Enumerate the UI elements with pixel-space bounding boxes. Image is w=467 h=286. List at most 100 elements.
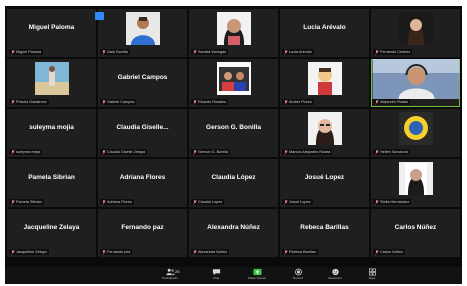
participants-label: Participants: [162, 276, 178, 280]
participant-tile[interactable]: Stella Hernández: [371, 159, 460, 207]
participant-tile[interactable]: Sandra Vanegas: [189, 9, 278, 57]
participant-tile[interactable]: Gerson G. Bonilla Gerson G. Bonilla: [189, 109, 278, 157]
meeting-toolbar: 25 Participants Chat Share Screen Record: [5, 267, 462, 284]
participant-tile[interactable]: Alexandra Núñez Alexandra Núñez: [189, 209, 278, 257]
muted-mic-icon: [284, 199, 288, 205]
participant-caption-name: Jacqueline Zelaya: [16, 249, 47, 254]
participant-tile[interactable]: Fernando Chávez: [371, 9, 460, 57]
participant-caption: Josué Lopez: [282, 199, 313, 205]
reactions-icon: [331, 268, 339, 276]
muted-mic-icon: [375, 99, 379, 105]
participant-caption-name: Zack Bonilla: [107, 49, 128, 54]
participant-tile[interactable]: Zack Bonilla: [98, 9, 187, 57]
muted-mic-icon: [102, 199, 106, 205]
participant-caption-name: Adriana Flores: [107, 199, 132, 204]
participant-display-name: Josué Lopez: [304, 174, 345, 181]
participant-caption-name: Priscila Galdámez: [16, 99, 47, 104]
participant-tile[interactable]: Jacqueline Zelaya Jacqueline Zelaya: [7, 209, 96, 257]
participant-caption: Priscila Galdámez: [9, 99, 49, 105]
participant-tile[interactable]: Lucia Arévalo Lucia Arévalo: [280, 9, 369, 57]
participant-tile[interactable]: Fernando paz Fernando paz: [98, 209, 187, 257]
record-label: Record: [293, 276, 303, 280]
participant-tile[interactable]: Marcos Alejandro Rodas: [280, 109, 369, 157]
participant-caption: Zack Bonilla: [100, 49, 130, 55]
muted-mic-icon: [375, 49, 379, 55]
participant-video: [216, 12, 251, 45]
participant-caption: Marcos Alejandro Rodas: [282, 149, 333, 155]
participant-caption: Amber Flores: [282, 99, 314, 105]
reactions-label: Reactions: [328, 276, 342, 280]
participant-caption-name: Rebeca Barillas: [289, 249, 316, 254]
zoom-meeting-window: Miguel Paloma Miguel Paloma Zack Bonilla Sa…: [5, 6, 462, 284]
participant-tile[interactable]: Miguel Paloma Miguel Paloma: [7, 9, 96, 57]
participant-tile[interactable]: Adriana Flores Adriana Flores: [98, 159, 187, 207]
participant-caption: Rebeca Barillas: [282, 249, 318, 255]
participant-tile[interactable]: Amber Flores: [280, 59, 369, 107]
apps-icon: [368, 268, 376, 276]
participant-video: [216, 62, 251, 95]
participant-caption-name: Marcos Alejandro Rodas: [289, 149, 331, 154]
participant-caption: Gerson G. Bonilla: [191, 149, 230, 155]
participant-tile[interactable]: Rebeca Barillas Rebeca Barillas: [280, 209, 369, 257]
participant-caption-name: Gerson G. Bonilla: [198, 149, 228, 154]
apps-button[interactable]: Apps: [354, 268, 390, 284]
participant-display-name: Gabriel Campos: [117, 74, 168, 81]
participant-display-name: Miguel Paloma: [28, 24, 75, 31]
muted-mic-icon: [193, 49, 197, 55]
share-screen-button[interactable]: Share Screen: [239, 268, 275, 284]
participant-tile[interactable]: Hellen Sandoval: [371, 109, 460, 157]
share-screen-label: Share Screen: [247, 276, 267, 280]
participant-tile[interactable]: Pamela Sibrian Pamela Sibrian: [7, 159, 96, 207]
muted-mic-icon: [375, 249, 379, 255]
participant-tile[interactable]: Claudia López Claudia López: [189, 159, 278, 207]
view-options-badge[interactable]: [95, 12, 104, 20]
participant-video: [398, 12, 433, 45]
participant-video: [307, 62, 342, 95]
muted-mic-icon: [193, 149, 197, 155]
reactions-button[interactable]: Reactions: [317, 268, 353, 284]
muted-mic-icon: [11, 99, 15, 105]
participant-caption-name: Claudia López: [198, 199, 223, 204]
participant-tile[interactable]: Josué Lopez Josué Lopez: [280, 159, 369, 207]
participant-caption: Lucia Arévalo: [282, 49, 314, 55]
muted-mic-icon: [284, 249, 288, 255]
participant-caption-name: Fernando Chávez: [380, 49, 411, 54]
participant-caption: Carlos Núñez: [373, 249, 406, 255]
participant-tile[interactable]: Ricardo Rosales: [189, 59, 278, 107]
participant-caption-name: Hellen Sandoval: [380, 149, 408, 154]
muted-mic-icon: [102, 149, 106, 155]
participant-caption: Jacqueline Zelaya: [9, 249, 49, 255]
record-icon: [294, 268, 302, 276]
participant-caption-name: Josué Lopez: [289, 199, 311, 204]
participant-caption-name: Sandra Vanegas: [198, 49, 227, 54]
participant-tile[interactable]: Gabriel Campos Gabriel Campos: [98, 59, 187, 107]
participant-caption: Sandra Vanegas: [191, 49, 229, 55]
gallery-grid: Miguel Paloma Miguel Paloma Zack Bonilla Sa…: [7, 9, 460, 257]
participant-caption: Adriana Flores: [100, 199, 134, 205]
participant-display-name: Lucia Arévalo: [303, 24, 346, 31]
participant-caption: Hellen Sandoval: [373, 149, 410, 155]
muted-mic-icon: [193, 249, 197, 255]
chat-button[interactable]: Chat: [198, 268, 234, 284]
muted-mic-icon: [375, 149, 379, 155]
participant-tile[interactable]: Carlos Núñez Carlos Núñez: [371, 209, 460, 257]
participant-display-name: Alexandra Núñez: [207, 224, 260, 231]
participant-tile[interactable]: Claudia Giselle... Claudia Giselle Zelaya: [98, 109, 187, 157]
participant-display-name: Carlos Núñez: [394, 224, 437, 231]
participant-tile[interactable]: sulеyma mojia sulеyma mejia: [7, 109, 96, 157]
participant-caption: Stella Hernández: [373, 199, 412, 205]
muted-mic-icon: [11, 49, 15, 55]
participant-tile[interactable]: Priscila Galdámez: [7, 59, 96, 107]
participant-tile[interactable]: Alejandro Rodas: [371, 59, 460, 107]
participant-display-name: Claudia López: [211, 174, 256, 181]
participant-caption-name: Fernando paz: [107, 249, 131, 254]
muted-mic-icon: [193, 199, 197, 205]
participant-display-name: Rebeca Barillas: [300, 224, 349, 231]
participant-display-name: Pamela Sibrian: [28, 174, 75, 181]
participants-button[interactable]: 25 Participants: [152, 268, 188, 284]
record-button[interactable]: Record: [280, 268, 316, 284]
participant-caption: Alejandro Rodas: [373, 99, 411, 105]
muted-mic-icon: [102, 249, 106, 255]
participants-count: 25: [175, 269, 180, 274]
participant-display-name: sulеyma mojia: [29, 124, 74, 131]
